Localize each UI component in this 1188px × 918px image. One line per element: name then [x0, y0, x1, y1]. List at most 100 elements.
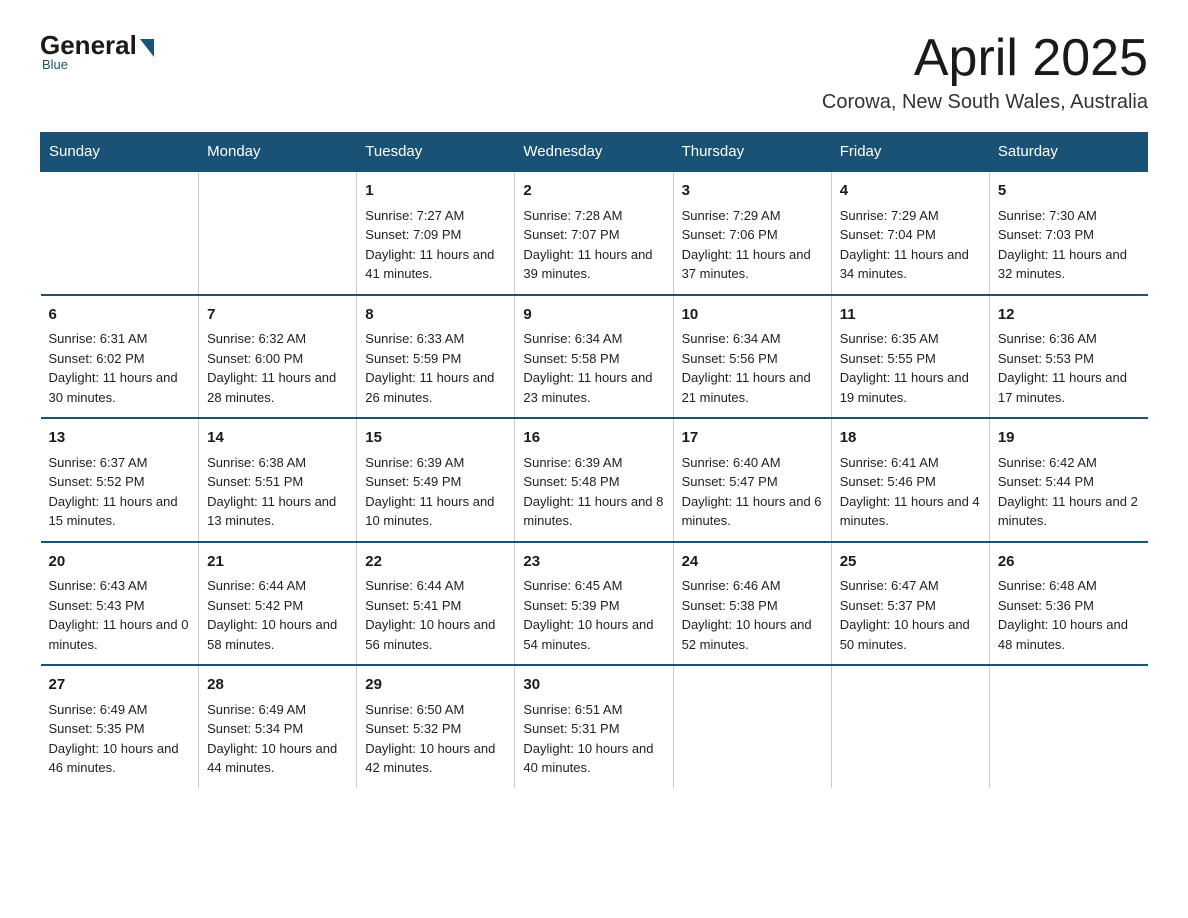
day-number: 20	[49, 551, 191, 574]
day-number: 8	[365, 304, 506, 327]
calendar-cell: 5 Sunrise: 7:30 AMSunset: 7:03 PMDaylight…	[989, 171, 1147, 295]
day-info: Sunrise: 6:40 AMSunset: 5:47 PMDaylight:…	[682, 453, 823, 531]
calendar-cell: 2 Sunrise: 7:28 AMSunset: 7:07 PMDaylight…	[515, 171, 673, 295]
calendar-cell	[673, 665, 831, 788]
day-number: 24	[682, 551, 823, 574]
calendar-cell: 30 Sunrise: 6:51 AMSunset: 5:31 PMDayligh…	[515, 665, 673, 788]
day-number: 5	[998, 180, 1140, 203]
logo-arrow-icon	[140, 39, 154, 57]
page-subtitle: Corowa, New South Wales, Australia	[822, 91, 1148, 114]
day-number: 3	[682, 180, 823, 203]
day-info: Sunrise: 6:46 AMSunset: 5:38 PMDaylight:…	[682, 576, 823, 654]
calendar-cell	[989, 665, 1147, 788]
calendar-cell	[831, 665, 989, 788]
day-info: Sunrise: 6:44 AMSunset: 5:42 PMDaylight:…	[207, 576, 348, 654]
calendar-cell: 11Sunrise: 6:35 AMSunset: 5:55 PMDayligh…	[831, 295, 989, 419]
calendar-week-row: 1 Sunrise: 7:27 AMSunset: 7:09 PMDaylight…	[41, 171, 1148, 295]
day-number: 21	[207, 551, 348, 574]
day-info: Sunrise: 6:47 AMSunset: 5:37 PMDaylight:…	[840, 576, 981, 654]
day-number: 9	[523, 304, 664, 327]
calendar-cell: 23Sunrise: 6:45 AMSunset: 5:39 PMDayligh…	[515, 542, 673, 666]
day-info: Sunrise: 6:45 AMSunset: 5:39 PMDaylight:…	[523, 576, 664, 654]
calendar-cell: 20Sunrise: 6:43 AMSunset: 5:43 PMDayligh…	[41, 542, 199, 666]
day-number: 13	[49, 427, 191, 450]
day-info: Sunrise: 7:29 AMSunset: 7:04 PMDaylight:…	[840, 206, 981, 284]
day-info: Sunrise: 6:35 AMSunset: 5:55 PMDaylight:…	[840, 329, 981, 407]
calendar-cell: 26Sunrise: 6:48 AMSunset: 5:36 PMDayligh…	[989, 542, 1147, 666]
day-info: Sunrise: 7:30 AMSunset: 7:03 PMDaylight:…	[998, 206, 1140, 284]
day-number: 25	[840, 551, 981, 574]
day-number: 10	[682, 304, 823, 327]
day-number: 1	[365, 180, 506, 203]
calendar-cell: 21Sunrise: 6:44 AMSunset: 5:42 PMDayligh…	[199, 542, 357, 666]
day-info: Sunrise: 6:32 AMSunset: 6:00 PMDaylight:…	[207, 329, 348, 407]
day-number: 17	[682, 427, 823, 450]
weekday-header-friday: Friday	[831, 133, 989, 172]
day-info: Sunrise: 6:33 AMSunset: 5:59 PMDaylight:…	[365, 329, 506, 407]
day-info: Sunrise: 6:34 AMSunset: 5:56 PMDaylight:…	[682, 329, 823, 407]
weekday-header-monday: Monday	[199, 133, 357, 172]
calendar-week-row: 20Sunrise: 6:43 AMSunset: 5:43 PMDayligh…	[41, 542, 1148, 666]
calendar-cell	[199, 171, 357, 295]
day-number: 28	[207, 674, 348, 697]
weekday-header-saturday: Saturday	[989, 133, 1147, 172]
day-info: Sunrise: 6:43 AMSunset: 5:43 PMDaylight:…	[49, 576, 191, 654]
calendar-cell: 6Sunrise: 6:31 AMSunset: 6:02 PMDaylight…	[41, 295, 199, 419]
day-info: Sunrise: 6:36 AMSunset: 5:53 PMDaylight:…	[998, 329, 1140, 407]
day-number: 30	[523, 674, 664, 697]
calendar-cell: 4 Sunrise: 7:29 AMSunset: 7:04 PMDaylight…	[831, 171, 989, 295]
calendar-cell: 18 Sunrise: 6:41 AMSunset: 5:46 PMDayligh…	[831, 418, 989, 542]
day-number: 12	[998, 304, 1140, 327]
calendar-header-row: SundayMondayTuesdayWednesdayThursdayFrid…	[41, 133, 1148, 172]
day-info: Sunrise: 7:27 AMSunset: 7:09 PMDaylight:…	[365, 206, 506, 284]
calendar-cell: 13 Sunrise: 6:37 AMSunset: 5:52 PMDayligh…	[41, 418, 199, 542]
day-info: Sunrise: 6:39 AMSunset: 5:49 PMDaylight:…	[365, 453, 506, 531]
day-number: 18	[840, 427, 981, 450]
day-info: Sunrise: 7:29 AMSunset: 7:06 PMDaylight:…	[682, 206, 823, 284]
day-number: 29	[365, 674, 506, 697]
day-number: 16	[523, 427, 664, 450]
weekday-header-sunday: Sunday	[41, 133, 199, 172]
day-info: Sunrise: 6:49 AMSunset: 5:34 PMDaylight:…	[207, 700, 348, 778]
page-header: General Blue April 2025 Corowa, New Sout…	[40, 30, 1148, 114]
calendar-cell: 12Sunrise: 6:36 AMSunset: 5:53 PMDayligh…	[989, 295, 1147, 419]
day-number: 2	[523, 180, 664, 203]
calendar-cell: 28 Sunrise: 6:49 AMSunset: 5:34 PMDayligh…	[199, 665, 357, 788]
calendar-cell: 25Sunrise: 6:47 AMSunset: 5:37 PMDayligh…	[831, 542, 989, 666]
logo-blue-text: Blue	[42, 57, 68, 72]
day-info: Sunrise: 7:28 AMSunset: 7:07 PMDaylight:…	[523, 206, 664, 284]
day-info: Sunrise: 6:49 AMSunset: 5:35 PMDaylight:…	[49, 700, 191, 778]
calendar-cell: 3 Sunrise: 7:29 AMSunset: 7:06 PMDaylight…	[673, 171, 831, 295]
calendar-cell: 27 Sunrise: 6:49 AMSunset: 5:35 PMDayligh…	[41, 665, 199, 788]
calendar-cell: 10Sunrise: 6:34 AMSunset: 5:56 PMDayligh…	[673, 295, 831, 419]
calendar-cell: 29Sunrise: 6:50 AMSunset: 5:32 PMDayligh…	[357, 665, 515, 788]
calendar-cell: 22Sunrise: 6:44 AMSunset: 5:41 PMDayligh…	[357, 542, 515, 666]
calendar-cell: 17 Sunrise: 6:40 AMSunset: 5:47 PMDayligh…	[673, 418, 831, 542]
weekday-header-tuesday: Tuesday	[357, 133, 515, 172]
calendar-cell: 19Sunrise: 6:42 AMSunset: 5:44 PMDayligh…	[989, 418, 1147, 542]
calendar-cell: 7Sunrise: 6:32 AMSunset: 6:00 PMDaylight…	[199, 295, 357, 419]
day-number: 15	[365, 427, 506, 450]
day-info: Sunrise: 6:41 AMSunset: 5:46 PMDaylight:…	[840, 453, 981, 531]
calendar-cell: 24Sunrise: 6:46 AMSunset: 5:38 PMDayligh…	[673, 542, 831, 666]
calendar-cell: 1 Sunrise: 7:27 AMSunset: 7:09 PMDaylight…	[357, 171, 515, 295]
day-info: Sunrise: 6:44 AMSunset: 5:41 PMDaylight:…	[365, 576, 506, 654]
day-info: Sunrise: 6:37 AMSunset: 5:52 PMDaylight:…	[49, 453, 191, 531]
day-info: Sunrise: 6:51 AMSunset: 5:31 PMDaylight:…	[523, 700, 664, 778]
day-info: Sunrise: 6:31 AMSunset: 6:02 PMDaylight:…	[49, 329, 191, 407]
day-number: 4	[840, 180, 981, 203]
calendar-week-row: 13 Sunrise: 6:37 AMSunset: 5:52 PMDayligh…	[41, 418, 1148, 542]
logo: General Blue	[40, 30, 154, 72]
day-number: 14	[207, 427, 348, 450]
calendar-cell: 9Sunrise: 6:34 AMSunset: 5:58 PMDaylight…	[515, 295, 673, 419]
day-number: 22	[365, 551, 506, 574]
page-title: April 2025	[822, 30, 1148, 87]
weekday-header-wednesday: Wednesday	[515, 133, 673, 172]
calendar-cell: 14Sunrise: 6:38 AMSunset: 5:51 PMDayligh…	[199, 418, 357, 542]
day-number: 11	[840, 304, 981, 327]
day-number: 26	[998, 551, 1140, 574]
day-number: 7	[207, 304, 348, 327]
calendar-cell: 8Sunrise: 6:33 AMSunset: 5:59 PMDaylight…	[357, 295, 515, 419]
day-number: 27	[49, 674, 191, 697]
title-block: April 2025 Corowa, New South Wales, Aust…	[822, 30, 1148, 114]
